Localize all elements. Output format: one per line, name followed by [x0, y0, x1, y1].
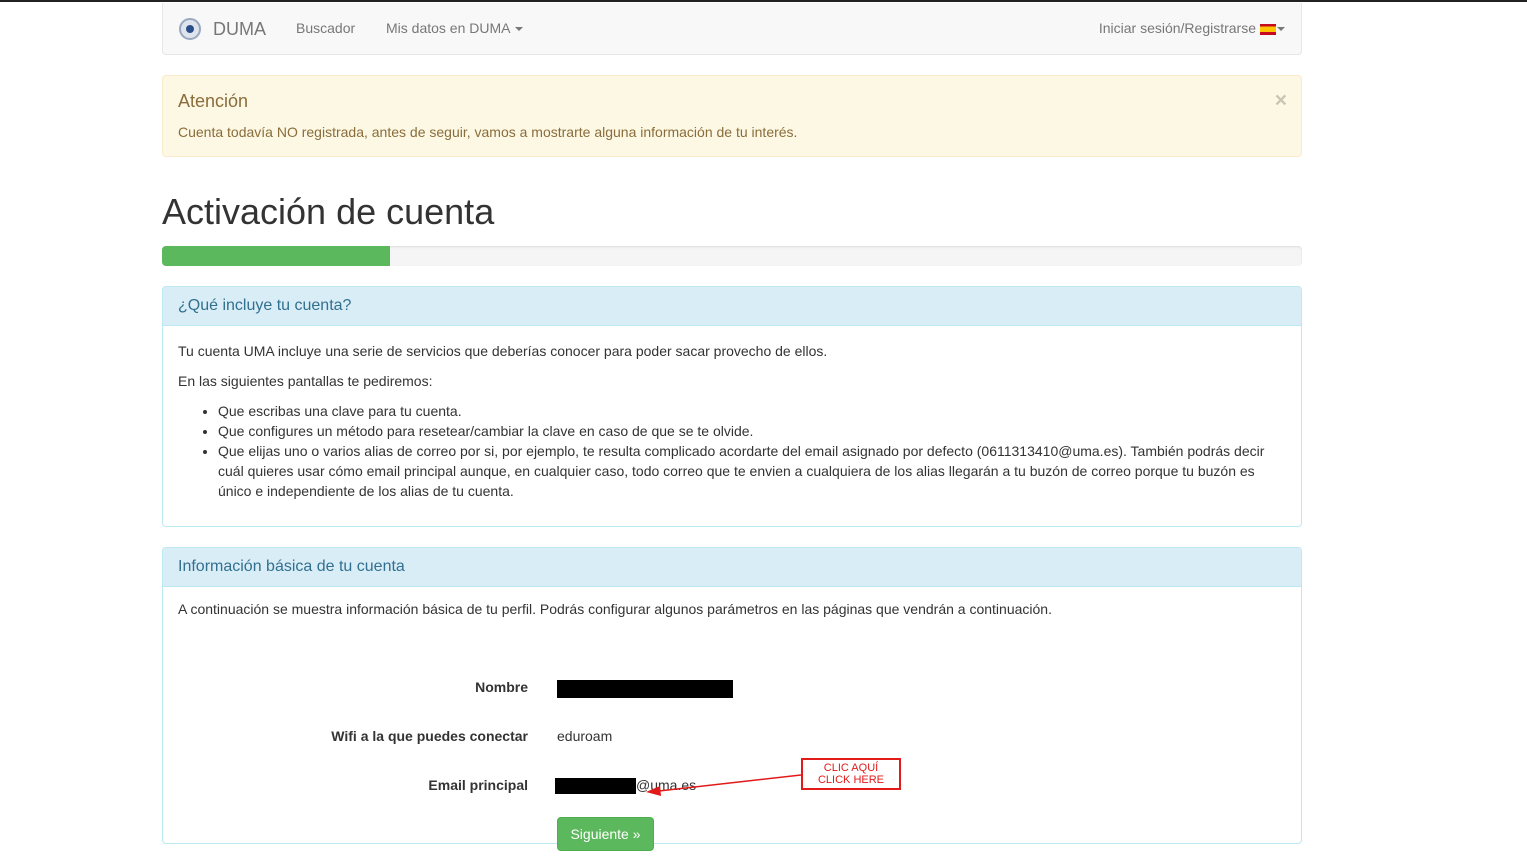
email-value: @uma.es	[555, 777, 697, 795]
nav-mis-datos-dropdown[interactable]: Mis datos en DUMA	[386, 20, 524, 36]
callout-line-1: CLIC AQUÍ	[823, 762, 879, 774]
navbar: DUMA Buscador Mis datos en DUMA Iniciar …	[162, 3, 1302, 55]
login-register-dropdown[interactable]: Iniciar sesión/Registrarse	[1099, 20, 1285, 36]
services-list: Que escribas una clave para tu cuenta. Q…	[178, 401, 1286, 501]
progress-fill	[162, 246, 390, 266]
next-button[interactable]: Siguiente »	[557, 817, 654, 851]
close-icon[interactable]: ×	[1275, 90, 1287, 111]
brand-name: DUMA	[213, 18, 266, 39]
email-domain: @uma.es	[636, 777, 697, 793]
warning-alert: Atención Cuenta todavía NO registrada, a…	[162, 75, 1302, 157]
login-register-label: Iniciar sesión/Registrarse	[1098, 20, 1256, 36]
services-panel-body: Tu cuenta UMA incluye una serie de servi…	[163, 326, 1301, 526]
progress-bar	[162, 246, 1302, 266]
wifi-value: eduroam	[557, 728, 613, 744]
name-value-redacted	[557, 680, 733, 699]
email-label: Email principal	[428, 777, 528, 793]
wifi-row: Wifi a la que puedes conectar eduroam	[163, 728, 1301, 748]
brand-link[interactable]: DUMA	[179, 17, 266, 41]
list-item: Que elijas uno o varios alias de correo …	[218, 441, 1286, 501]
nav-mis-datos-label: Mis datos en DUMA	[386, 20, 511, 36]
services-panel-heading: ¿Qué incluye tu cuenta?	[163, 287, 1301, 326]
page-title: Activación de cuenta	[162, 191, 495, 232]
alert-message: Cuenta todavía NO registrada, antes de s…	[178, 124, 798, 140]
list-item: Que escribas una clave para tu cuenta.	[218, 401, 1286, 421]
services-intro: Tu cuenta UMA incluye una serie de servi…	[178, 343, 828, 359]
nav-buscador[interactable]: Buscador	[296, 20, 355, 36]
list-item: Que configures un método para resetear/c…	[218, 421, 1286, 441]
click-here-callout: CLIC AQUÍ CLICK HERE	[801, 758, 901, 790]
services-panel: ¿Qué incluye tu cuenta? Tu cuenta UMA in…	[162, 286, 1302, 527]
email-row: Email principal @uma.es	[163, 777, 1301, 797]
alert-title: Atención	[178, 91, 249, 111]
name-row: Nombre	[163, 679, 1301, 699]
name-label: Nombre	[475, 679, 528, 695]
services-lead: En las siguientes pantallas te pediremos…	[178, 373, 433, 389]
spain-flag-icon	[1260, 23, 1276, 35]
wifi-label: Wifi a la que puedes conectar	[331, 728, 528, 744]
account-info-panel-heading: Información básica de tu cuenta	[163, 548, 1301, 587]
redaction-block	[557, 680, 733, 699]
caret-down-icon	[515, 27, 524, 32]
university-seal-icon	[179, 18, 201, 40]
account-info-intro: A continuación se muestra información bá…	[178, 601, 1052, 617]
caret-down-icon	[1277, 27, 1285, 32]
account-info-panel-body: A continuación se muestra información bá…	[163, 587, 1301, 851]
redaction-block	[555, 778, 636, 795]
callout-line-2: CLICK HERE	[817, 774, 885, 786]
account-info-panel: Información básica de tu cuenta A contin…	[162, 547, 1302, 851]
